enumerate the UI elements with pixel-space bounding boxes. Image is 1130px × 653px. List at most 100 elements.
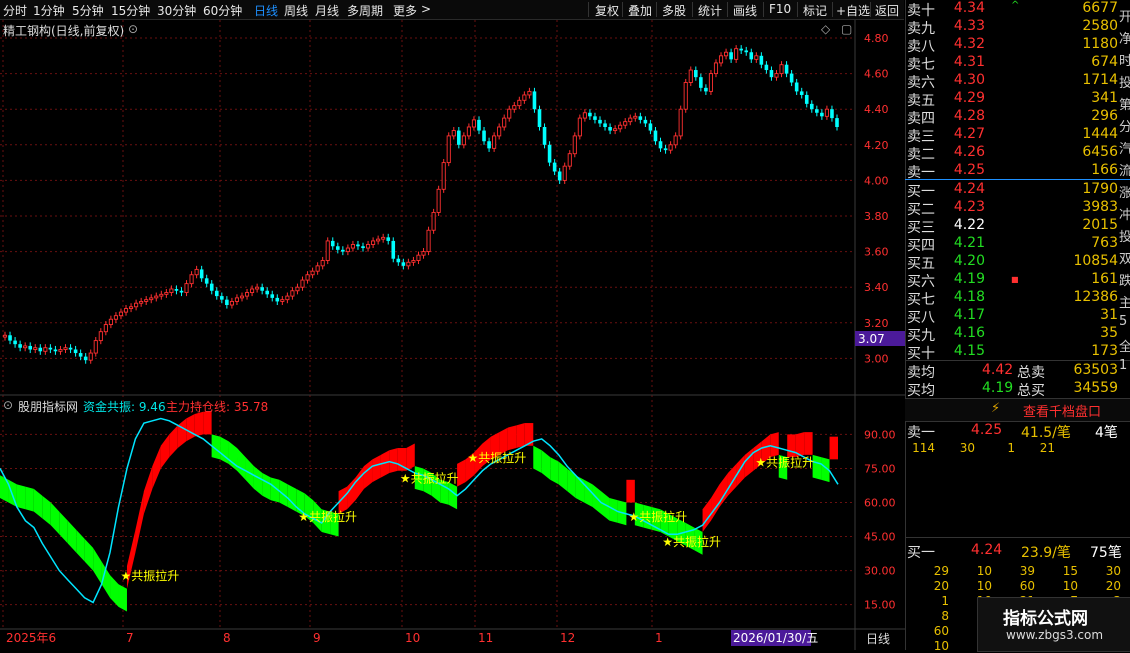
f10-button[interactable]: F10	[769, 2, 791, 16]
more-arrow-icon[interactable]: >	[421, 2, 431, 16]
bid-price: 4.24	[953, 181, 985, 197]
chart-area[interactable]: 4.80 4.60 4.40 4.20 4.00 3.80 3.60 3.40 3.20 3.00…	[0, 20, 905, 650]
candle-body	[598, 119, 602, 124]
main-position-label: 主力持仓线: 35.78	[166, 400, 269, 414]
ribbon-segment	[744, 448, 754, 478]
ribbon-segment	[787, 434, 796, 458]
bid-row[interactable]: 买七 4.18 12386	[905, 289, 1130, 308]
add-watchlist-button[interactable]: +自选	[836, 2, 870, 19]
price-tick: 3.60	[864, 246, 889, 259]
level1-sell-price: 4.25	[971, 422, 1003, 438]
candle-body	[577, 117, 582, 137]
period-1min[interactable]: 1分钟	[33, 2, 65, 19]
queue-cell: 21	[1039, 441, 1055, 455]
ask-avg-row: 卖均 4.42 总卖 63503	[905, 362, 1130, 381]
period-60min[interactable]: 60分钟	[203, 2, 242, 19]
candle-body	[446, 135, 451, 164]
ask-row[interactable]: 卖五 4.29 341	[905, 90, 1130, 109]
bid-avg-label: 买均	[907, 383, 935, 399]
period-multi[interactable]: 多周期	[347, 2, 383, 19]
ribbon-segment	[541, 450, 551, 480]
indicator-tick: 75.00	[864, 462, 896, 475]
date-box-label: 2026/01/30/五	[733, 631, 818, 645]
candle-body	[300, 279, 305, 288]
resonance-signal: ★共振拉升	[755, 455, 814, 470]
back-button[interactable]: 返回	[875, 2, 899, 19]
overlay-button[interactable]: 叠加	[628, 2, 652, 19]
ask-row[interactable]: 卖二 4.26 6456	[905, 144, 1130, 163]
toolbar-divider	[588, 2, 589, 17]
ribbon-segment	[253, 466, 263, 496]
draw-line-button[interactable]: 画线	[733, 2, 757, 19]
multi-stock-button[interactable]: 多股	[662, 2, 686, 19]
candle-body	[749, 52, 754, 60]
queue-cell: 30	[959, 441, 975, 455]
month-label: 2025年6	[6, 631, 56, 645]
period-15min[interactable]: 15分钟	[111, 2, 150, 19]
ask-vol: 296	[1091, 108, 1118, 124]
stats-button[interactable]: 统计	[698, 2, 722, 19]
ask-row[interactable]: 卖一 4.25 166	[905, 162, 1130, 181]
bid-row[interactable]: 买五 4.20 10854	[905, 253, 1130, 272]
ask-row[interactable]: 卖十 4.34 6677 ^	[905, 0, 1130, 19]
ask-row[interactable]: 卖九 4.33 2580	[905, 18, 1130, 37]
ask-vol: 341	[1091, 90, 1118, 106]
thousand-depth-button[interactable]: ⚡ 查看千档盘口	[905, 398, 1130, 422]
bid-row[interactable]: 买三 4.22 2015	[905, 217, 1130, 236]
indicator-tick: 30.00	[864, 565, 896, 578]
candle-body	[779, 64, 784, 75]
fuquan-button[interactable]: 复权	[595, 2, 619, 19]
bid-vol: 10854	[1073, 253, 1118, 269]
bid-row[interactable]: 买一 4.24 1790	[905, 181, 1130, 200]
title-dropdown-icon[interactable]: ⊙	[128, 22, 138, 36]
indicator-menu-icon[interactable]: ⊙	[3, 398, 13, 412]
ribbon-segment	[76, 529, 85, 562]
period-monthly[interactable]: 月线	[315, 2, 339, 19]
queue-cell: 10	[976, 564, 992, 578]
ribbon-segment	[118, 584, 127, 612]
candle-body	[416, 254, 421, 261]
ask-row[interactable]: 卖七 4.31 674	[905, 54, 1130, 73]
ribbon-segment	[228, 441, 238, 471]
ask-price: 4.27	[953, 126, 985, 142]
candle-body	[8, 335, 12, 341]
period-5min[interactable]: 5分钟	[72, 2, 104, 19]
price-tick: 3.00	[864, 352, 889, 365]
bid-row[interactable]: 买二 4.23 3983	[905, 199, 1130, 218]
bid-row[interactable]: 买十 4.15 173	[905, 343, 1130, 362]
candle-body	[361, 246, 365, 249]
candle-body	[234, 297, 240, 302]
bid-row[interactable]: 买九 4.16 35	[905, 325, 1130, 344]
bid-vol: 31	[1100, 307, 1118, 323]
ask-row[interactable]: 卖三 4.27 1444	[905, 126, 1130, 145]
pane-restore-icon[interactable]: ▢	[841, 22, 852, 36]
side-glyph: 第	[1119, 98, 1130, 113]
ask-row[interactable]: 卖四 4.28 296	[905, 108, 1130, 127]
ask-row[interactable]: 卖六 4.30 1714	[905, 72, 1130, 91]
bid-row[interactable]: 买六 4.19 161 ■	[905, 271, 1130, 290]
side-glyph: 冲	[1119, 208, 1130, 223]
period-more[interactable]: 更多	[393, 2, 417, 19]
period-daily[interactable]: 日线	[254, 2, 278, 19]
period-30min[interactable]: 30分钟	[157, 2, 196, 19]
period-fenshi[interactable]: 分时	[3, 2, 27, 19]
watermark-url: www.zbgs3.com	[1006, 628, 1104, 642]
bid-row[interactable]: 买八 4.17 31	[905, 307, 1130, 326]
candle-body	[229, 300, 234, 306]
period-weekly[interactable]: 周线	[284, 2, 308, 19]
ribbon-segment	[67, 520, 77, 553]
candle-body	[154, 295, 159, 299]
mark-button[interactable]: 标记	[803, 2, 827, 19]
candle-body	[139, 300, 144, 304]
ribbon-segment	[507, 425, 517, 451]
bid-price: 4.17	[953, 307, 985, 323]
ask-row[interactable]: 卖八 4.32 1180	[905, 36, 1130, 55]
bid-row[interactable]: 买四 4.21 763	[905, 235, 1130, 254]
ribbon-segment	[93, 547, 102, 585]
candle-body	[225, 299, 229, 305]
ribbon-segment	[711, 484, 720, 521]
queue-cell: 1	[941, 594, 949, 608]
queue-cell: 114	[912, 441, 935, 455]
indicator-tick: 90.00	[864, 428, 896, 441]
diamond-icon[interactable]: ◇	[821, 22, 830, 36]
